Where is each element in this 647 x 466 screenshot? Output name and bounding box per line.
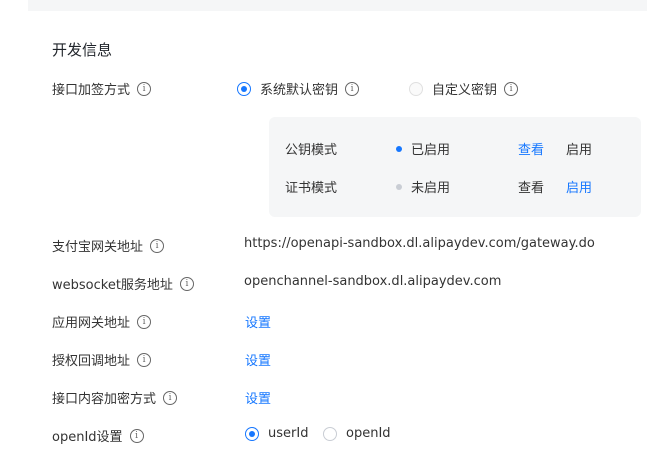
key-mode-name: 证书模式 [285, 181, 338, 196]
radio-checked-indicator[interactable] [237, 81, 251, 96]
websocket-value: openchannel-sandbox.dl.alipaydev.com [244, 274, 502, 289]
status-dot-disabled [396, 183, 402, 190]
radio-label: openId [346, 426, 391, 441]
sign-method-label: 接口加签方式 [52, 83, 131, 98]
section-title: 开发信息 [52, 41, 113, 59]
radio-checked-indicator[interactable] [245, 426, 259, 441]
view-cert-text: 查看 [518, 181, 545, 196]
sign-method-label-row: 接口加签方式 i [52, 79, 152, 98]
key-mode-status: 未启用 [396, 177, 450, 196]
app-gateway-label: 应用网关地址 [52, 316, 131, 331]
status-text: 已启用 [411, 143, 451, 158]
info-icon[interactable]: i [504, 81, 519, 96]
radio-unchecked-indicator[interactable] [409, 81, 423, 96]
radio-openid[interactable]: openId [323, 426, 391, 441]
info-icon[interactable]: i [137, 81, 152, 96]
top-card-edge [28, 0, 647, 11]
enable-public-key-text: 启用 [566, 143, 593, 158]
openid-label-row: openId设置 i [52, 426, 144, 445]
key-mode-panel: 公钥模式 已启用 查看 启用 证书模式 未启用 查看 启用 [269, 117, 641, 217]
radio-system-default-key[interactable]: 系统默认密钥 i [237, 79, 360, 98]
gateway-value: https://openapi-sandbox.dl.alipaydev.com… [244, 236, 595, 251]
auth-callback-label: 授权回调地址 [52, 354, 131, 369]
websocket-label: websocket服务地址 [52, 278, 173, 293]
key-mode-status: 已启用 [396, 139, 450, 158]
info-icon[interactable]: i [345, 81, 360, 96]
radio-label: 系统默认密钥 [260, 83, 339, 98]
radio-label: 自定义密钥 [432, 83, 498, 98]
info-icon[interactable]: i [129, 428, 144, 443]
encrypt-method-label: 接口内容加密方式 [52, 392, 157, 407]
gateway-label-row: 支付宝网关地址 i [52, 236, 165, 255]
status-text: 未启用 [411, 181, 451, 196]
enable-cert-link[interactable]: 启用 [566, 177, 592, 196]
websocket-label-row: websocket服务地址 i [52, 274, 194, 293]
info-icon[interactable]: i [137, 352, 152, 367]
radio-custom-key[interactable]: 自定义密钥 i [409, 79, 519, 98]
info-icon[interactable]: i [179, 276, 194, 291]
encrypt-method-label-row: 接口内容加密方式 i [52, 388, 178, 407]
radio-userid[interactable]: userId [245, 426, 308, 441]
key-mode-name: 公钥模式 [285, 143, 338, 158]
gateway-label: 支付宝网关地址 [52, 240, 144, 255]
view-public-key-link[interactable]: 查看 [518, 139, 544, 158]
radio-label: userId [268, 426, 309, 441]
app-gateway-label-row: 应用网关地址 i [52, 312, 152, 331]
encrypt-method-set-link[interactable]: 设置 [245, 388, 271, 407]
openid-label: openId设置 [52, 430, 123, 445]
info-icon[interactable]: i [150, 238, 165, 253]
status-dot-enabled [396, 145, 402, 152]
info-icon[interactable]: i [163, 390, 178, 405]
auth-callback-label-row: 授权回调地址 i [52, 350, 152, 369]
radio-unchecked-indicator[interactable] [323, 426, 337, 441]
dev-info-page: 开发信息 接口加签方式 i 系统默认密钥 i 自定义密钥 i 公钥模式 已启用 … [0, 0, 647, 466]
info-icon[interactable]: i [137, 314, 152, 329]
auth-callback-set-link[interactable]: 设置 [245, 350, 271, 369]
app-gateway-set-link[interactable]: 设置 [245, 312, 271, 331]
